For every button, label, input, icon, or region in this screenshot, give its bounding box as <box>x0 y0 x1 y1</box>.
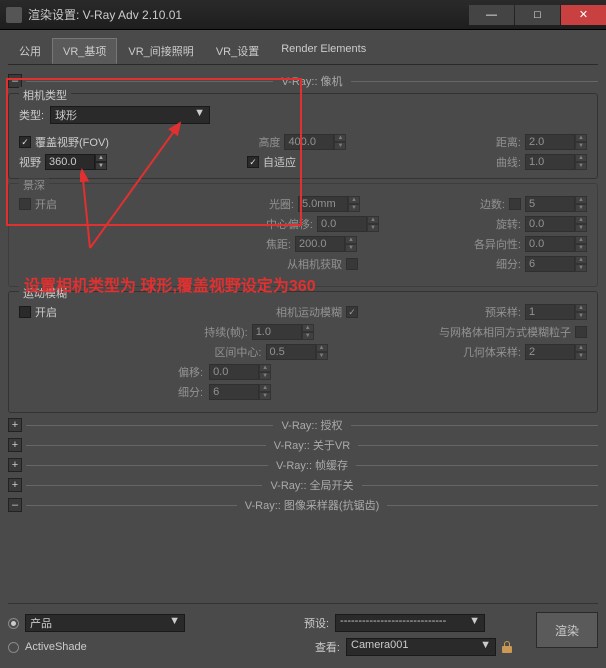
collapse-button[interactable]: – <box>8 74 22 88</box>
mesh-particle-checkbox[interactable] <box>575 326 587 338</box>
preset-label: 预设: <box>304 615 329 631</box>
rotation-label: 旋转: <box>496 216 521 232</box>
rotation-spinner[interactable]: ▲▼ <box>525 216 587 232</box>
product-radio[interactable] <box>8 618 19 629</box>
rollout-sampler[interactable]: –V-Ray:: 图像采样器(抗锯齿) <box>8 497 598 513</box>
presample-label: 预采样: <box>485 304 521 320</box>
activeshade-radio[interactable] <box>8 642 19 653</box>
fov-cover-checkbox[interactable]: ✓ <box>19 136 31 148</box>
group-camera-type-title: 相机类型 <box>19 87 71 103</box>
fov-label: 视野 <box>19 154 41 170</box>
dof-enable-label: 开启 <box>35 196 57 212</box>
height-label: 高度 <box>258 134 280 150</box>
group-motion-blur: 运动模糊 开启 相机运动模糊 ✓ 预采样: ▲▼ 持续(帧): ▲▼ 与网格体相… <box>8 291 598 413</box>
aniso-label: 各异向性: <box>474 236 521 252</box>
height-spinner[interactable]: ▲▼ <box>284 134 346 150</box>
render-button[interactable]: 渲染 <box>536 612 598 648</box>
auto-checkbox[interactable]: ✓ <box>247 156 259 168</box>
dof-subdiv-label: 细分: <box>496 256 521 272</box>
tabs: 公用 VR_基项 VR_间接照明 VR_设置 Render Elements <box>8 38 598 65</box>
focal-label: 焦距: <box>266 236 291 252</box>
from-camera-label: 从相机获取 <box>287 256 342 272</box>
tab-common[interactable]: 公用 <box>8 38 52 64</box>
group-mblur-title: 运动模糊 <box>19 285 71 301</box>
group-camera-type: 相机类型 类型: 球形▼ ✓ 覆盖视野(FOV) 高度 ▲▼ 距离: ▲▼ 视野… <box>8 93 598 179</box>
view-label: 查看: <box>315 639 340 655</box>
tab-render-elements[interactable]: Render Elements <box>270 38 377 64</box>
cam-blur-checkbox[interactable]: ✓ <box>346 306 358 318</box>
fov-spinner[interactable]: ▲▼ <box>45 154 107 170</box>
auto-label: 自适应 <box>263 154 296 170</box>
expand-icon[interactable]: + <box>8 438 22 452</box>
mblur-enable-checkbox[interactable] <box>19 306 31 318</box>
window-buttons: — □ ✕ <box>469 5 606 25</box>
product-select[interactable]: 产品▼ <box>25 614 185 632</box>
tab-vr-settings[interactable]: VR_设置 <box>205 38 270 64</box>
close-button[interactable]: ✕ <box>561 5 606 25</box>
rollout-framebuffer[interactable]: +V-Ray:: 帧缓存 <box>8 457 598 473</box>
interval-label: 区间中心: <box>214 344 261 360</box>
titlebar-text: 渲染设置: V-Ray Adv 2.10.01 <box>28 6 469 23</box>
preset-select[interactable]: -----------------------------▼ <box>335 614 485 632</box>
tab-vr-gi[interactable]: VR_间接照明 <box>117 38 204 64</box>
focal-spinner[interactable]: ▲▼ <box>295 236 357 252</box>
fov-cover-label: 覆盖视野(FOV) <box>35 134 109 150</box>
dof-subdiv-spinner[interactable]: ▲▼ <box>525 256 587 272</box>
activeshade-label: ActiveShade <box>25 641 87 653</box>
rollout-license[interactable]: +V-Ray:: 授权 <box>8 417 598 433</box>
sides-checkbox[interactable] <box>509 198 521 210</box>
sides-spinner[interactable]: ▲▼ <box>525 196 587 212</box>
minimize-button[interactable]: — <box>469 5 514 25</box>
bias-label: 偏移: <box>178 364 203 380</box>
center-spinner[interactable]: ▲▼ <box>317 216 379 232</box>
app-icon <box>6 7 22 23</box>
geom-sample-label: 几何体采样: <box>463 344 521 360</box>
mblur-subdiv-label: 细分: <box>178 384 203 400</box>
rollout-global[interactable]: +V-Ray:: 全局开关 <box>8 477 598 493</box>
section-camera-header: – V-Ray:: 像机 <box>8 73 598 89</box>
expand-icon[interactable]: + <box>8 458 22 472</box>
distance-spinner[interactable]: ▲▼ <box>525 134 587 150</box>
from-camera-checkbox[interactable] <box>346 258 358 270</box>
curve-spinner[interactable]: ▲▼ <box>525 154 587 170</box>
view-select[interactable]: Camera001▼ <box>346 638 496 656</box>
collapse-icon[interactable]: – <box>8 498 22 512</box>
maximize-button[interactable]: □ <box>515 5 560 25</box>
dof-enable-checkbox[interactable] <box>19 198 31 210</box>
curve-label: 曲线: <box>496 154 521 170</box>
duration-label: 持续(帧): <box>204 324 247 340</box>
titlebar: 渲染设置: V-Ray Adv 2.10.01 — □ ✕ <box>0 0 606 30</box>
section-camera-title: V-Ray:: 像机 <box>273 73 350 89</box>
geom-sample-spinner[interactable]: ▲▼ <box>525 344 587 360</box>
expand-icon[interactable]: + <box>8 418 22 432</box>
cam-blur-label: 相机运动模糊 <box>276 304 342 320</box>
distance-label: 距离: <box>496 134 521 150</box>
group-dof: 景深 开启 光圈: ▲▼ 边数: ▲▼ 中心偏移: ▲▼ 旋转: <box>8 183 598 287</box>
type-label: 类型: <box>19 107 44 123</box>
interval-spinner[interactable]: ▲▼ <box>266 344 328 360</box>
rollout-about[interactable]: +V-Ray:: 关于VR <box>8 437 598 453</box>
center-label: 中心偏移: <box>266 216 313 232</box>
type-select[interactable]: 球形▼ <box>50 106 210 124</box>
group-dof-title: 景深 <box>19 177 49 193</box>
main-panel: 公用 VR_基项 VR_间接照明 VR_设置 Render Elements –… <box>0 30 606 668</box>
bias-spinner[interactable]: ▲▼ <box>209 364 271 380</box>
expand-icon[interactable]: + <box>8 478 22 492</box>
mblur-subdiv-spinner[interactable]: ▲▼ <box>209 384 271 400</box>
sides-label: 边数: <box>480 196 505 212</box>
presample-spinner[interactable]: ▲▼ <box>525 304 587 320</box>
mblur-enable-label: 开启 <box>35 304 57 320</box>
lock-icon[interactable] <box>502 641 512 653</box>
aperture-label: 光圈: <box>269 196 294 212</box>
mesh-particle-label: 与网格体相同方式模糊粒子 <box>439 324 571 340</box>
tab-vr-base[interactable]: VR_基项 <box>52 38 117 64</box>
aperture-spinner[interactable]: ▲▼ <box>298 196 360 212</box>
duration-spinner[interactable]: ▲▼ <box>252 324 314 340</box>
aniso-spinner[interactable]: ▲▼ <box>525 236 587 252</box>
